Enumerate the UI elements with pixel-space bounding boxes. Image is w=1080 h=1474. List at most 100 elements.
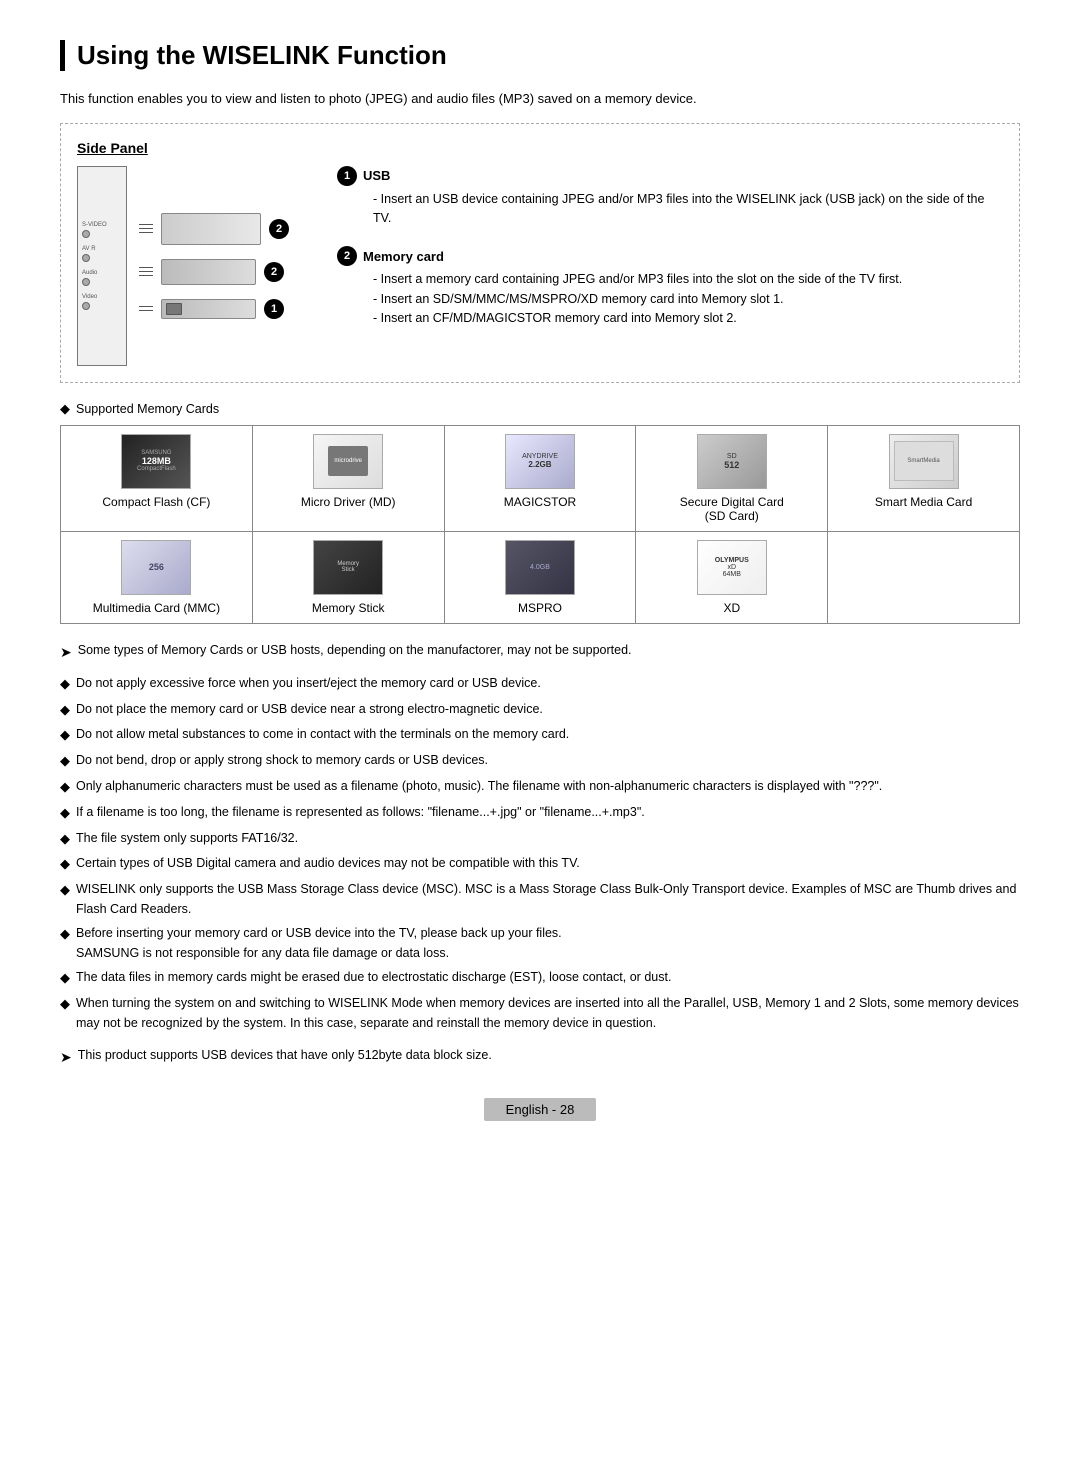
slot-card-usb <box>161 299 256 319</box>
bullet-sym-4: ◆ <box>60 777 70 798</box>
bullet-8: ◆ WISELINK only supports the USB Mass St… <box>60 879 1020 919</box>
intro-text: This function enables you to view and li… <box>60 89 1020 109</box>
cards-table: SAMSUNG 128MB CompactFlash Compact Flash… <box>60 425 1020 624</box>
card-name-md: Micro Driver (MD) <box>263 495 434 509</box>
card-cell-magicstor: ANYDRIVE 2.2GB MAGICSTOR <box>444 425 636 531</box>
bullet-0: ◆ Do not apply excessive force when you … <box>60 673 1020 695</box>
card-cell-xd: OLYMPUS xD 64MB XD <box>636 531 828 623</box>
slot-row-usb: 1 <box>139 299 289 319</box>
bullet-text-9: Before inserting your memory card or USB… <box>76 923 562 963</box>
slot-lines-2 <box>139 267 153 277</box>
port-label-audio: Audio <box>82 270 122 276</box>
tv-body: S-VIDEO AV R Audio Video <box>77 166 127 366</box>
card-cell-cf: SAMSUNG 128MB CompactFlash Compact Flash… <box>61 425 253 531</box>
slots-column: 2 2 <box>139 166 289 366</box>
card-img-xd: OLYMPUS xD 64MB <box>697 540 767 595</box>
s-line <box>139 224 153 226</box>
memory-desc-2: Insert an CF/MD/MAGICSTOR memory card in… <box>363 309 1003 328</box>
bullet-sym-2: ◆ <box>60 725 70 746</box>
diamond-bullet-1: ◆ <box>60 401 70 417</box>
slot-row-2: 2 <box>139 259 289 285</box>
card-name-sd: Secure Digital Card(SD Card) <box>646 495 817 523</box>
bullet-text-1: Do not place the memory card or USB devi… <box>76 699 543 719</box>
card-name-ms: Memory Stick <box>263 601 434 615</box>
port-label-video: Video <box>82 294 122 300</box>
s-line <box>139 228 153 230</box>
tv-port-video: Video <box>82 294 122 310</box>
s-line <box>139 306 153 308</box>
card-name-xd: XD <box>646 601 817 615</box>
bullet-sym-1: ◆ <box>60 700 70 721</box>
bullet-sym-3: ◆ <box>60 751 70 772</box>
bullet-text-11: When turning the system on and switching… <box>76 993 1020 1033</box>
desc-section-memory: 2 Memory card Insert a memory card conta… <box>337 246 1003 328</box>
bullet-text-2: Do not allow metal substances to come in… <box>76 724 569 744</box>
supported-cards-label: Supported Memory Cards <box>76 402 219 416</box>
slot-lines-1 <box>139 224 153 234</box>
note-arrow-2: ➤ This product supports USB devices that… <box>60 1045 1020 1068</box>
memory-label: Memory card <box>363 249 444 264</box>
tv-port-av: AV R <box>82 246 122 262</box>
card-img-cf: SAMSUNG 128MB CompactFlash <box>121 434 191 489</box>
slot-row-1: 2 <box>139 213 289 245</box>
card-cell-sd: SD 512 Secure Digital Card(SD Card) <box>636 425 828 531</box>
port-circle-audio <box>82 278 90 286</box>
card-img-ms: MemoryStick <box>313 540 383 595</box>
arrow-sym-2: ➤ <box>60 1046 72 1068</box>
card-img-mmc: 256 <box>121 540 191 595</box>
memory-desc-list: Insert a memory card containing JPEG and… <box>363 270 1003 328</box>
bullet-6: ◆ The file system only supports FAT16/32… <box>60 828 1020 850</box>
port-circle-av <box>82 254 90 262</box>
memory-desc-0: Insert a memory card containing JPEG and… <box>363 270 1003 289</box>
card-name-cf: Compact Flash (CF) <box>71 495 242 509</box>
page-title: Using the WISELINK Function <box>60 40 1020 71</box>
tv-port-top: S-VIDEO <box>82 222 122 238</box>
bullet-sym-0: ◆ <box>60 674 70 695</box>
note-arrow-1: ➤ Some types of Memory Cards or USB host… <box>60 640 1020 663</box>
bullet-sym-10: ◆ <box>60 968 70 989</box>
card-img-mspro: 4.0GB <box>505 540 575 595</box>
usb-desc-item: Insert an USB device containing JPEG and… <box>363 190 1003 229</box>
card-name-smart: Smart Media Card <box>838 495 1009 509</box>
bullet-text-6: The file system only supports FAT16/32. <box>76 828 298 848</box>
usb-port-inner <box>166 303 182 315</box>
bullet-sym-5: ◆ <box>60 803 70 824</box>
card-name-magicstor: MAGICSTOR <box>455 495 626 509</box>
bullet-text-4: Only alphanumeric characters must be use… <box>76 776 882 796</box>
bullet-11: ◆ When turning the system on and switchi… <box>60 993 1020 1033</box>
desc-section-usb: 1 USB Insert an USB device containing JP… <box>337 166 1003 229</box>
badge-1: 1 <box>264 299 284 319</box>
bullet-7: ◆ Certain types of USB Digital camera an… <box>60 853 1020 875</box>
card-img-smart: SmartMedia <box>889 434 959 489</box>
note-arrow-1-text: Some types of Memory Cards or USB hosts,… <box>78 640 632 660</box>
bullet-text-5: If a filename is too long, the filename … <box>76 802 645 822</box>
footer-bar: English - 28 <box>60 1098 1020 1121</box>
bullet-3: ◆ Do not bend, drop or apply strong shoc… <box>60 750 1020 772</box>
s-line <box>139 310 153 312</box>
supported-cards-title: ◆ Supported Memory Cards <box>60 401 1020 417</box>
bullet-5: ◆ If a filename is too long, the filenam… <box>60 802 1020 824</box>
usb-desc-list: Insert an USB device containing JPEG and… <box>363 190 1003 229</box>
badge-2-top: 2 <box>269 219 289 239</box>
slot-card-1 <box>161 213 261 245</box>
side-panel-descriptions: 1 USB Insert an USB device containing JP… <box>337 166 1003 366</box>
bullet-text-10: The data files in memory cards might be … <box>76 967 671 987</box>
port-label-1: S-VIDEO <box>82 222 122 228</box>
badge-2-bottom: 2 <box>264 262 284 282</box>
bullet-text-7: Certain types of USB Digital camera and … <box>76 853 580 873</box>
desc-header-usb: 1 USB <box>337 166 1003 186</box>
cards-row-1: SAMSUNG 128MB CompactFlash Compact Flash… <box>61 425 1020 531</box>
bullet-notes: ◆ Do not apply excessive force when you … <box>60 673 1020 1033</box>
usb-label: USB <box>363 168 390 183</box>
s-line <box>139 232 153 234</box>
bullet-4: ◆ Only alphanumeric characters must be u… <box>60 776 1020 798</box>
desc-header-memory: 2 Memory card <box>337 246 1003 266</box>
card-name-mmc: Multimedia Card (MMC) <box>71 601 242 615</box>
card-img-sd: SD 512 <box>697 434 767 489</box>
memory-desc-1: Insert an SD/SM/MMC/MS/MSPRO/XD memory c… <box>363 290 1003 309</box>
arrow-sym-1: ➤ <box>60 641 72 663</box>
card-img-magicstor: ANYDRIVE 2.2GB <box>505 434 575 489</box>
cards-row-2: 256 Multimedia Card (MMC) MemoryStick Me… <box>61 531 1020 623</box>
side-panel-box: Side Panel S-VIDEO AV R <box>60 123 1020 383</box>
bullet-sym-9: ◆ <box>60 924 70 945</box>
